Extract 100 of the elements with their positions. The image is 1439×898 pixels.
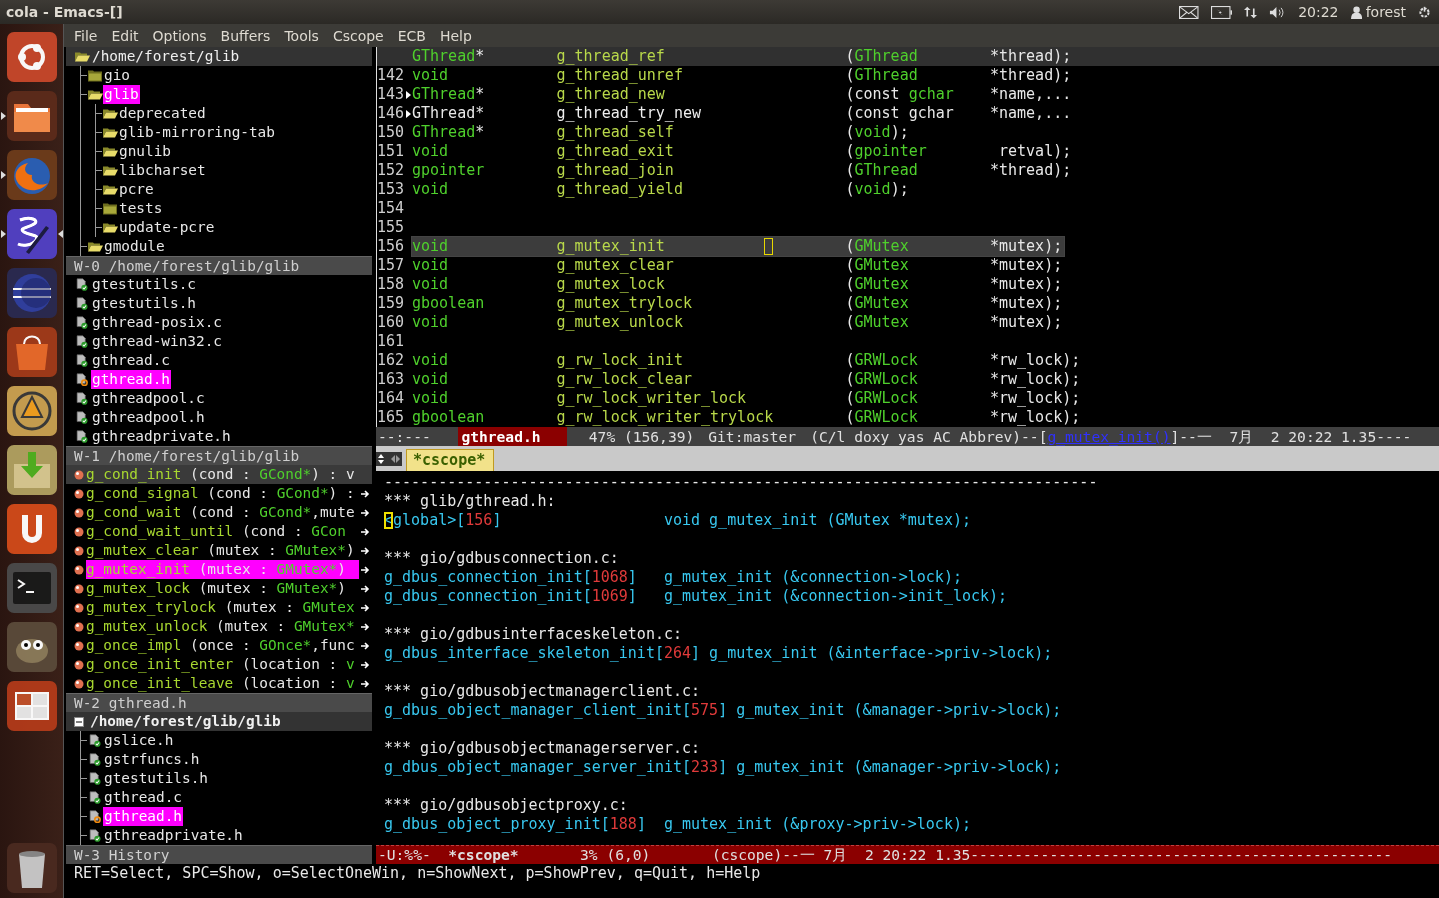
menu-item[interactable]: Help [432, 27, 479, 44]
workspace-switcher-icon[interactable] [5, 680, 58, 732]
method-item[interactable]: g_cond_signal (cond : GCond*) : [86, 484, 359, 503]
directory-item[interactable]: gmodule [103, 237, 166, 256]
fold-triangle-icon[interactable] [405, 90, 411, 99]
history-item[interactable]: gslice.h [103, 731, 175, 750]
source-file-item[interactable]: gthreadprivate.h [91, 427, 232, 446]
directory-item[interactable]: libcharset [118, 161, 207, 180]
code-line: void g_rw_lock_writer_lock (GRWLock *rw_lock); [412, 389, 1082, 408]
method-ball-icon [74, 602, 84, 613]
file-heading: *** gio/gdbusobjectmanagerclient.c: [384, 682, 701, 701]
mascot-icon[interactable] [5, 621, 58, 673]
menu-item[interactable]: Cscope [325, 27, 391, 44]
menu-item[interactable]: ECB [390, 27, 433, 44]
source-file-item[interactable]: gthread.c [91, 351, 171, 370]
file-check-icon [74, 430, 90, 443]
shopping-bag-icon[interactable] [5, 326, 58, 378]
directory-path: /home/forest/glib [92, 47, 240, 66]
scroll-arrows-icon[interactable] [376, 451, 402, 466]
method-item[interactable]: g_cond_wait (cond : GCond*,mute [86, 503, 359, 522]
source-file-item[interactable]: gtestutils.h [91, 294, 197, 313]
open-folder-icon [74, 50, 90, 63]
battery-icon[interactable] [1210, 5, 1233, 19]
match-reference[interactable]: g_dbus_connection_init[1069] [384, 587, 655, 606]
menu-item[interactable]: Options [145, 27, 214, 44]
method-ball-icon [74, 564, 84, 575]
directory-item[interactable]: deprecated [118, 104, 207, 123]
method-item[interactable]: g_cond_wait_until (cond : GCon [86, 522, 359, 541]
transfer-arrows-icon[interactable] [1244, 5, 1258, 19]
method-item[interactable]: g_mutex_clear (mutex : GMutex*) [86, 541, 359, 560]
method-ball-icon [74, 678, 84, 689]
directory-item[interactable]: gio [103, 66, 131, 85]
source-file-item[interactable]: gtestutils.c [91, 275, 197, 294]
history-item[interactable]: gthreadprivate.h [103, 826, 244, 845]
code-line: void g_mutex_unlock (GMutex *mutex); [412, 313, 1064, 332]
source-file-item[interactable]: gthreadpool.h [91, 408, 206, 427]
open-folder-icon [102, 221, 118, 234]
user-icon[interactable] [1350, 5, 1362, 19]
method-ball-icon [74, 659, 84, 670]
directory-item[interactable]: update-pcre [118, 218, 216, 237]
menu-item[interactable]: Edit [104, 27, 146, 44]
code-line: void g_mutex_clear (GMutex *mutex); [412, 256, 1064, 275]
source-file-item[interactable]: gthread-posix.c [91, 313, 223, 332]
match-reference[interactable]: g_dbus_object_proxy_init[188] [384, 815, 655, 834]
line-number: 151 [377, 142, 404, 161]
method-item[interactable]: g_mutex_unlock (mutex : GMutex* [86, 617, 359, 636]
menu-item[interactable]: File [67, 27, 105, 44]
user-name[interactable]: forest [1365, 4, 1406, 20]
window-title: cola - Emacs-[] [6, 4, 123, 20]
file-ring-icon [87, 810, 103, 823]
match-reference[interactable]: g_dbus_interface_skeleton_init[264] [384, 644, 701, 663]
method-item[interactable]: g_mutex_lock (mutex : GMutex*) [86, 579, 359, 598]
file-check-icon [87, 829, 103, 842]
file-check-icon [87, 772, 103, 785]
folder-icon[interactable] [5, 90, 58, 142]
match-code: g_mutex_init (&proxy->priv->lock); [663, 815, 971, 834]
directory-item[interactable]: gnulib [118, 142, 172, 161]
menu-item[interactable]: Buffers [213, 27, 278, 44]
clock[interactable]: 20:22 [1298, 4, 1339, 20]
history-item[interactable]: gthread.c [103, 788, 183, 807]
globe-icon[interactable] [5, 149, 58, 201]
directory-item[interactable]: pcre [118, 180, 155, 199]
circle-logo-icon[interactable] [5, 31, 58, 83]
method-item[interactable]: g_once_init_enter (location : v [86, 655, 359, 674]
match-reference[interactable]: g_dbus_object_manager_server_init[233] [384, 758, 728, 777]
history-item[interactable]: gtestutils.h [103, 769, 209, 788]
echo-area-text: RET=Select, SPC=Show, o=SelectOneWin, n=ShowNext, p=ShowPrev, q=Quit, h=Help [74, 864, 761, 882]
collapse-icon[interactable] [74, 716, 84, 727]
text-cursor [764, 238, 774, 255]
line-number: 157 [377, 256, 404, 275]
method-item[interactable]: g_once_init_leave (location : v [86, 674, 359, 693]
tab[interactable]: *cscope* [406, 449, 495, 471]
method-item[interactable]: g_once_impl (once : GOnce*,func [86, 636, 359, 655]
directory-item[interactable]: glib-mirroring-tab [118, 123, 276, 142]
source-file-item[interactable]: gthread-win32.c [91, 332, 223, 351]
u-shape-icon[interactable] [5, 503, 58, 555]
settings-icon[interactable] [1418, 5, 1431, 19]
fold-triangle-icon[interactable] [405, 109, 411, 118]
code-line: void g_thread_yield (void); [412, 180, 910, 199]
method-ball-icon [74, 507, 84, 518]
pen-nib-icon[interactable] [5, 385, 58, 437]
file-check-icon [87, 734, 103, 747]
code-line: GThread* g_thread_new (const gchar *name,... [412, 85, 1073, 104]
file-check-icon [74, 297, 90, 310]
source-file-item[interactable]: gthreadpool.c [91, 389, 206, 408]
file-heading: *** gio/gdbusinterfaceskeleton.c: [384, 625, 682, 644]
trash-icon[interactable] [5, 842, 58, 894]
history-item[interactable]: gstrfuncs.h [103, 750, 201, 769]
match-reference[interactable]: g_dbus_object_manager_client_init[575] [384, 701, 728, 720]
method-item[interactable]: g_mutex_trylock (mutex : GMutex [86, 598, 359, 617]
volume-icon[interactable] [1269, 5, 1287, 19]
match-reference[interactable]: g_dbus_connection_init[1068] [384, 568, 655, 587]
mail-icon[interactable] [1179, 5, 1199, 19]
directory-item[interactable]: tests [118, 199, 164, 218]
code-line: void g_mutex_lock (GMutex *mutex); [412, 275, 1064, 294]
pen-icon[interactable] [5, 208, 58, 260]
method-ball-icon [74, 488, 84, 499]
menu-item[interactable]: Tools [277, 27, 326, 44]
match-code: g_mutex_init (&interface->priv->lock); [709, 644, 1053, 663]
buffer-name: *cscope* [448, 846, 519, 864]
